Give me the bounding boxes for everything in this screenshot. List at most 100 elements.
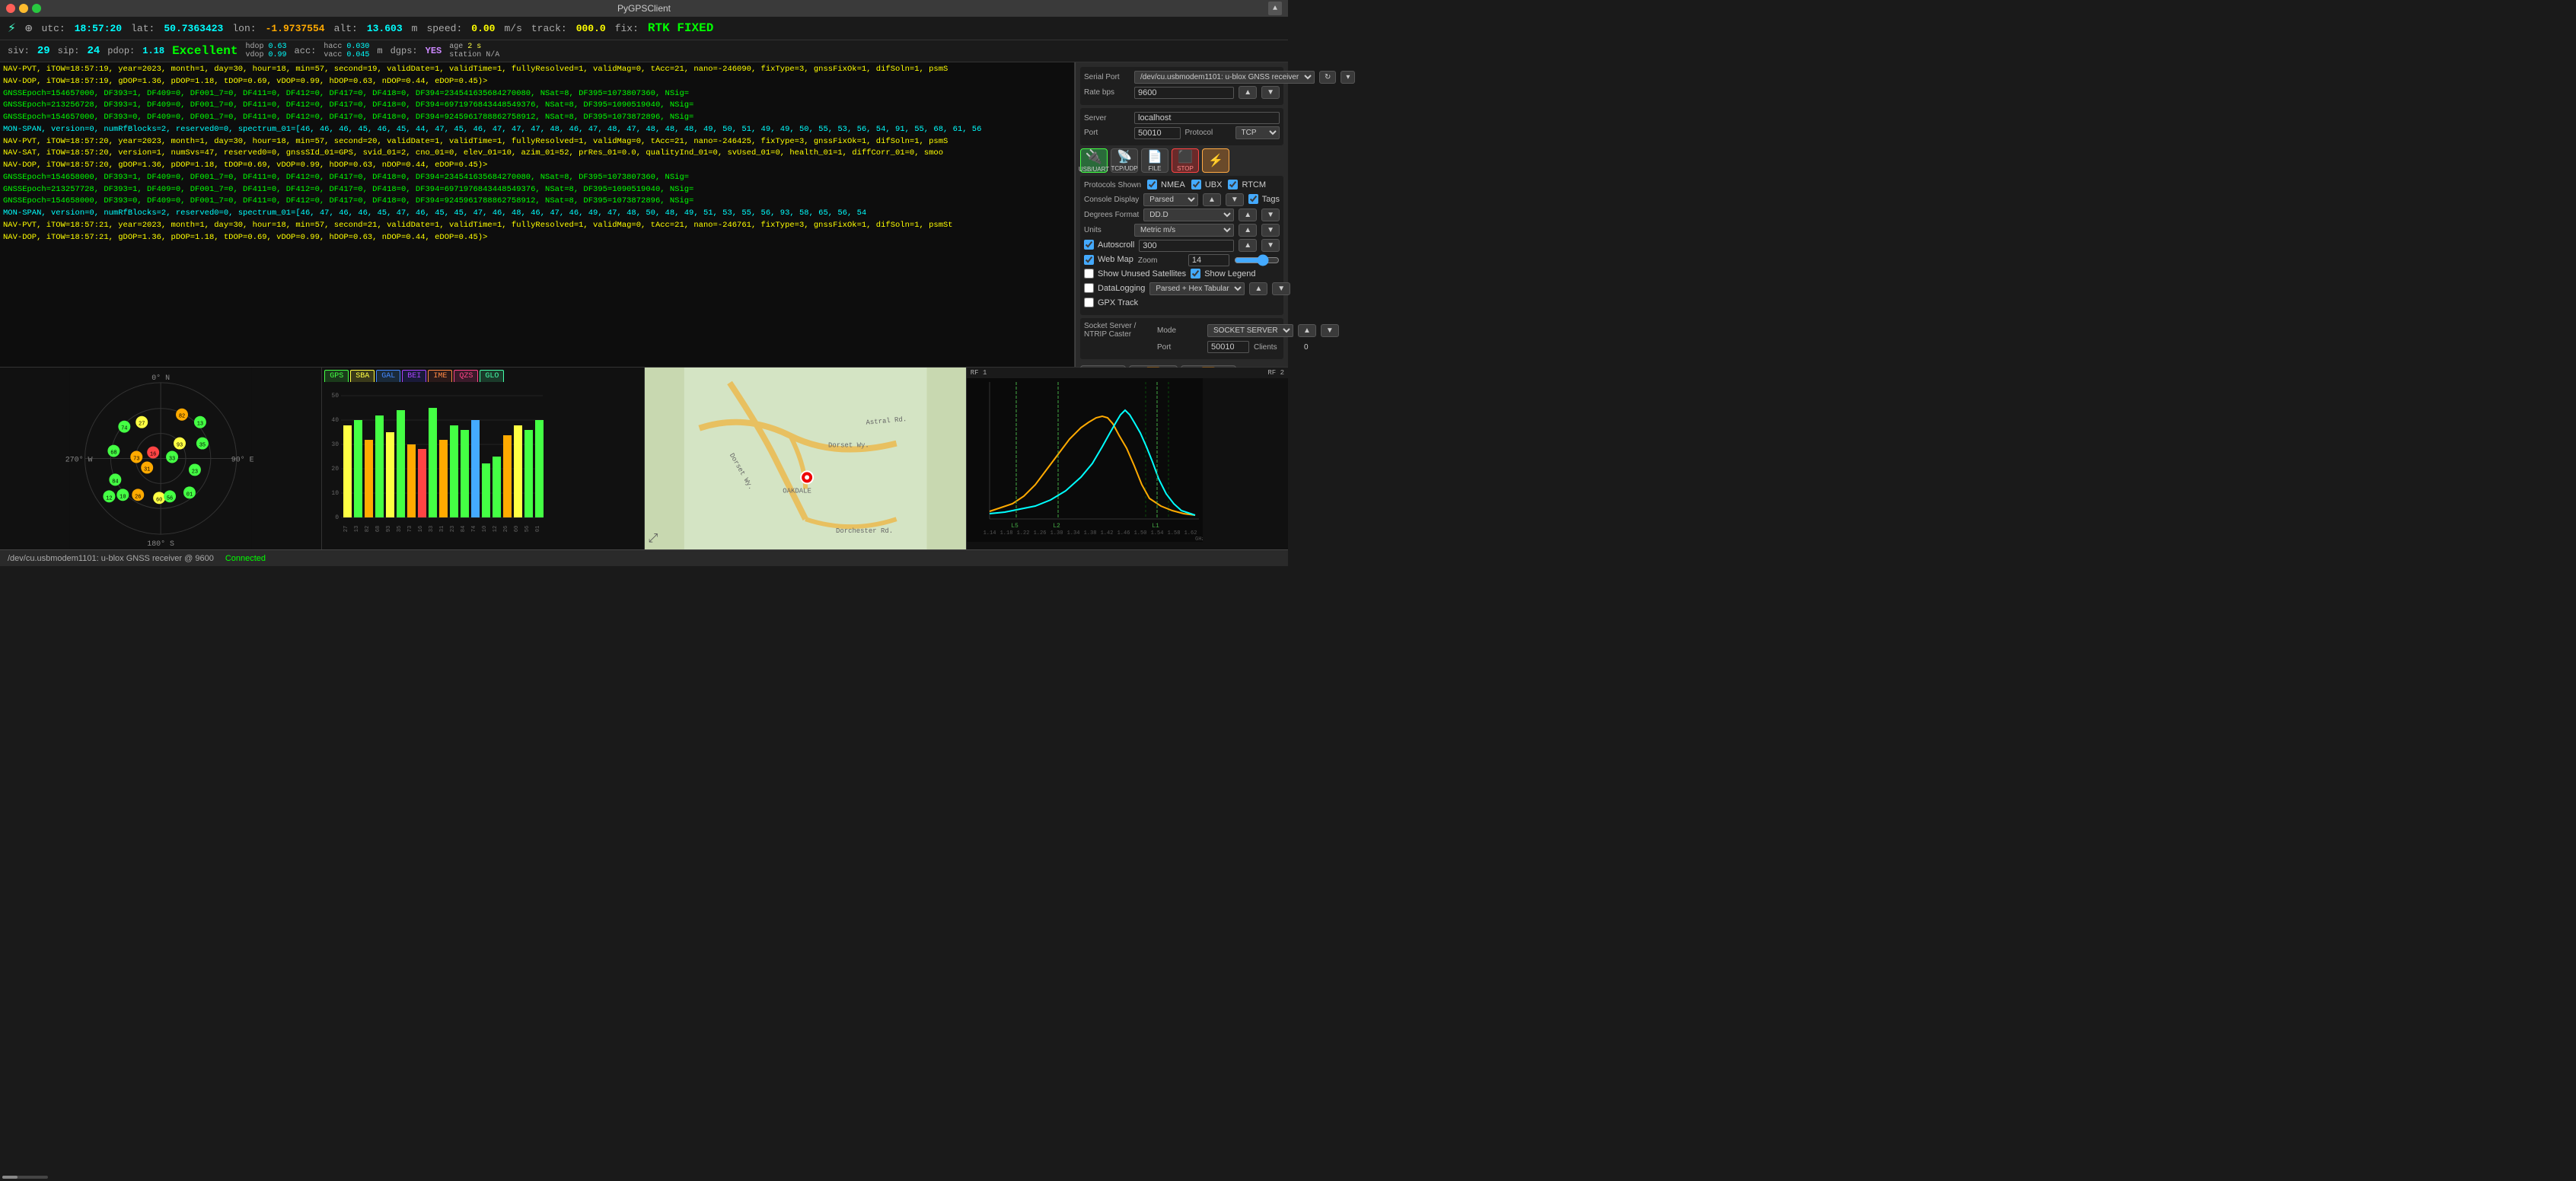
server-input[interactable] <box>1134 112 1280 124</box>
svg-text:31: 31 <box>439 526 445 532</box>
hdop-value: 0.63 <box>269 43 287 51</box>
map-svg: Astral Rd. Dorset Wy. Dorset Wy. OAKDALE… <box>645 368 966 549</box>
serial-port-select[interactable]: /dev/cu.Bluetooth-Incoming-Port: n/a /de… <box>1134 71 1315 84</box>
svg-text:1.26: 1.26 <box>1033 530 1046 536</box>
svg-text:93: 93 <box>386 526 392 532</box>
rate-up-button[interactable]: ▲ <box>1239 86 1257 99</box>
stop-button[interactable]: ⬛ STOP <box>1172 148 1199 173</box>
port-label: Port <box>1084 129 1130 137</box>
port-arrow-button[interactable]: ▾ <box>1341 71 1355 84</box>
tab-sba[interactable]: SBA <box>350 370 375 382</box>
console-display-down[interactable]: ▼ <box>1226 193 1244 206</box>
file-button[interactable]: 📄 FILE <box>1141 148 1168 173</box>
tags-label: Tags <box>1262 195 1280 204</box>
alt-value: 13.603 <box>367 23 403 34</box>
mode-up[interactable]: ▲ <box>1298 324 1316 337</box>
tcpudp-label: TCP/UDP <box>1111 165 1137 172</box>
expand-button[interactable]: ▲ <box>1268 2 1282 15</box>
svg-text:31: 31 <box>144 466 150 473</box>
file-label: FILE <box>1149 165 1162 172</box>
refresh-button[interactable]: ↻ <box>1319 71 1336 84</box>
console-panel[interactable]: NAV-PVT, iTOW=18:57:19, year=2023, month… <box>0 62 1075 367</box>
units-select[interactable]: Metric m/s Imperial <box>1134 224 1234 237</box>
mode-label: Mode <box>1157 326 1203 335</box>
tags-checkbox[interactable] <box>1248 194 1258 204</box>
protocol-label: Protocol <box>1185 129 1231 137</box>
webmap-label: Web Map <box>1098 255 1133 264</box>
port-input[interactable] <box>1134 127 1181 139</box>
gpx-track-checkbox[interactable] <box>1084 298 1094 307</box>
tab-glo[interactable]: GLO <box>480 370 504 382</box>
track-value: 000.0 <box>576 23 606 34</box>
svg-text:35: 35 <box>199 443 206 449</box>
svg-text:L1: L1 <box>1152 523 1159 530</box>
svg-text:1.54: 1.54 <box>1150 530 1163 536</box>
console-display-up[interactable]: ▲ <box>1203 193 1221 206</box>
autoscroll-down[interactable]: ▼ <box>1261 239 1280 252</box>
siv-value: 29 <box>37 45 50 57</box>
socket-port-label: Port <box>1157 343 1203 352</box>
degrees-up[interactable]: ▲ <box>1239 209 1257 221</box>
svg-text:30: 30 <box>332 441 340 448</box>
tab-gal[interactable]: GAL <box>376 370 400 382</box>
rate-down-button[interactable]: ▼ <box>1261 86 1280 99</box>
datalogging-select[interactable]: Parsed + Hex Tabular <box>1149 282 1245 295</box>
webmap-checkbox[interactable] <box>1084 255 1094 265</box>
minimize-button[interactable] <box>19 4 28 13</box>
rate-input[interactable] <box>1134 87 1234 99</box>
mode-select[interactable]: SOCKET SERVER NTRIP CASTER <box>1207 324 1293 337</box>
autoscroll-checkbox[interactable] <box>1084 240 1094 250</box>
protocols-label: Protocols Shown <box>1084 181 1141 189</box>
socket-port-input[interactable] <box>1207 341 1249 353</box>
console-line: NAV-SAT, iTOW=18:57:20, version=1, numSv… <box>3 148 1071 160</box>
degrees-down[interactable]: ▼ <box>1261 209 1280 221</box>
tcpudp-button[interactable]: 📡 TCP/UDP <box>1111 148 1138 173</box>
svg-text:35: 35 <box>397 526 403 532</box>
speed-value: 0.00 <box>471 23 495 34</box>
usbuart-button[interactable]: 🔌 USB/UART <box>1080 148 1108 173</box>
ubx-checkbox[interactable] <box>1191 180 1201 189</box>
units-up[interactable]: ▲ <box>1239 224 1257 237</box>
degrees-format-select[interactable]: DD.D DMS <box>1143 209 1234 221</box>
svg-text:12: 12 <box>106 495 112 501</box>
console-line: GNSSEpoch=213256728, DF393=1, DF409=0, D… <box>3 100 1071 112</box>
map-view[interactable]: 2000ft 1000m Astral Rd. Dorset Wy. Dorse… <box>645 368 966 549</box>
tab-ime[interactable]: IME <box>428 370 452 382</box>
datalogging-up[interactable]: ▲ <box>1249 282 1267 295</box>
svg-text:L5: L5 <box>1011 523 1019 530</box>
app-title: PyGPSClient <box>617 3 671 14</box>
statusbar: ⚡ ⊕ utc: 18:57:20 lat: 50.7363423 lon: -… <box>0 17 1288 40</box>
mode-down[interactable]: ▼ <box>1321 324 1339 337</box>
show-unused-checkbox[interactable] <box>1084 269 1094 279</box>
close-button[interactable] <box>6 4 15 13</box>
console-lines: NAV-PVT, iTOW=18:57:19, year=2023, month… <box>3 64 1071 244</box>
protocol-select[interactable]: TCP UDP <box>1235 126 1280 139</box>
siv-label: siv: <box>8 46 30 56</box>
tab-gps[interactable]: GPS <box>324 370 349 382</box>
autoscroll-value[interactable] <box>1139 240 1234 252</box>
console-line: GNSSEpoch=154657000, DF393=0, DF409=0, D… <box>3 112 1071 124</box>
zoom-slider[interactable] <box>1234 254 1280 266</box>
hdop-vdop: hdop 0.63 vdop 0.99 <box>246 43 287 59</box>
zoom-value[interactable] <box>1188 254 1229 266</box>
tab-qzs[interactable]: QZS <box>454 370 478 382</box>
show-legend-checkbox[interactable] <box>1191 269 1200 279</box>
maximize-button[interactable] <box>32 4 41 13</box>
rtcm-checkbox[interactable] <box>1228 180 1238 189</box>
svg-text:GHz: GHz <box>1195 536 1203 542</box>
map-expand-icon[interactable]: ⤢ <box>649 532 658 546</box>
rtcm-label: RTCM <box>1242 180 1266 189</box>
map-panel: 2000ft 1000m Astral Rd. Dorset Wy. Dorse… <box>645 368 967 549</box>
traffic-lights <box>6 4 41 13</box>
units-down[interactable]: ▼ <box>1261 224 1280 237</box>
rate-label: Rate bps <box>1084 88 1130 97</box>
nmea-checkbox[interactable] <box>1147 180 1157 189</box>
tab-bei[interactable]: BEI <box>402 370 426 382</box>
datalogging-checkbox[interactable] <box>1084 283 1094 293</box>
svg-text:33: 33 <box>429 526 435 532</box>
autoscroll-up[interactable]: ▲ <box>1239 239 1257 252</box>
datalogging-down[interactable]: ▼ <box>1272 282 1290 295</box>
device-info: /dev/cu.usbmodem1101: u-blox GNSS receiv… <box>8 554 214 563</box>
console-display-select[interactable]: Parsed Binary <box>1143 193 1198 206</box>
disconnect-button[interactable]: ⚡ <box>1202 148 1229 173</box>
